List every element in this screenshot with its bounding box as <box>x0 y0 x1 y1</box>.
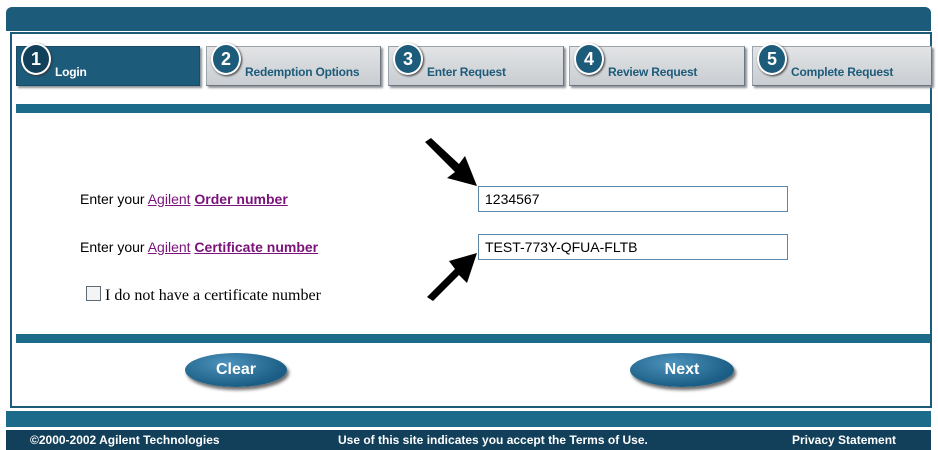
step-redemption-options[interactable]: 2 Redemption Options <box>206 43 381 86</box>
order-number-input[interactable] <box>478 186 788 212</box>
agilent-link[interactable]: Agilent <box>148 239 191 255</box>
clear-button[interactable]: Clear <box>185 353 287 387</box>
header-bar <box>6 7 931 31</box>
order-number-label: Enter your Agilent Order number <box>80 191 288 207</box>
step-number: 2 <box>211 43 241 75</box>
step-label: Redemption Options <box>245 65 360 79</box>
order-number-link[interactable]: Order number <box>194 191 287 207</box>
step-label: Login <box>55 65 87 79</box>
terms-of-use-link[interactable]: Use of this site indicates you accept th… <box>338 433 648 447</box>
step-number: 3 <box>393 43 423 75</box>
privacy-statement-link[interactable]: Privacy Statement <box>792 433 896 447</box>
step-number: 4 <box>574 43 604 75</box>
arrow-up-right-icon <box>427 253 477 301</box>
certificate-number-input[interactable] <box>478 234 788 260</box>
no-certificate-option[interactable]: I do not have a certificate number <box>86 286 321 305</box>
agilent-link[interactable]: Agilent <box>148 191 191 207</box>
step-label: Review Request <box>608 65 698 79</box>
certificate-number-label: Enter your Agilent Certificate number <box>80 239 319 255</box>
arrow-down-right-icon <box>425 138 477 186</box>
no-certificate-checkbox[interactable] <box>86 286 101 301</box>
copyright-text: ©2000-2002 Agilent Technologies <box>30 433 220 447</box>
step-number: 5 <box>757 43 787 75</box>
step-enter-request[interactable]: 3 Enter Request <box>388 43 564 86</box>
footer: ©2000-2002 Agilent Technologies Use of t… <box>6 430 931 450</box>
step-number: 1 <box>21 43 51 75</box>
step-tabs: 1 Login 2 Redemption Options 3 Enter Req… <box>14 43 934 92</box>
certificate-number-link[interactable]: Certificate number <box>194 239 318 255</box>
step-complete-request[interactable]: 5 Complete Request <box>752 43 932 86</box>
step-label: Enter Request <box>427 65 506 79</box>
next-button[interactable]: Next <box>630 353 734 387</box>
step-label: Complete Request <box>791 65 894 79</box>
divider-bottom <box>16 334 930 343</box>
footer-bar <box>6 411 931 427</box>
divider-top <box>16 104 930 113</box>
step-login[interactable]: 1 Login <box>16 43 200 86</box>
no-certificate-label: I do not have a certificate number <box>105 287 321 304</box>
step-review-request[interactable]: 4 Review Request <box>569 43 745 86</box>
